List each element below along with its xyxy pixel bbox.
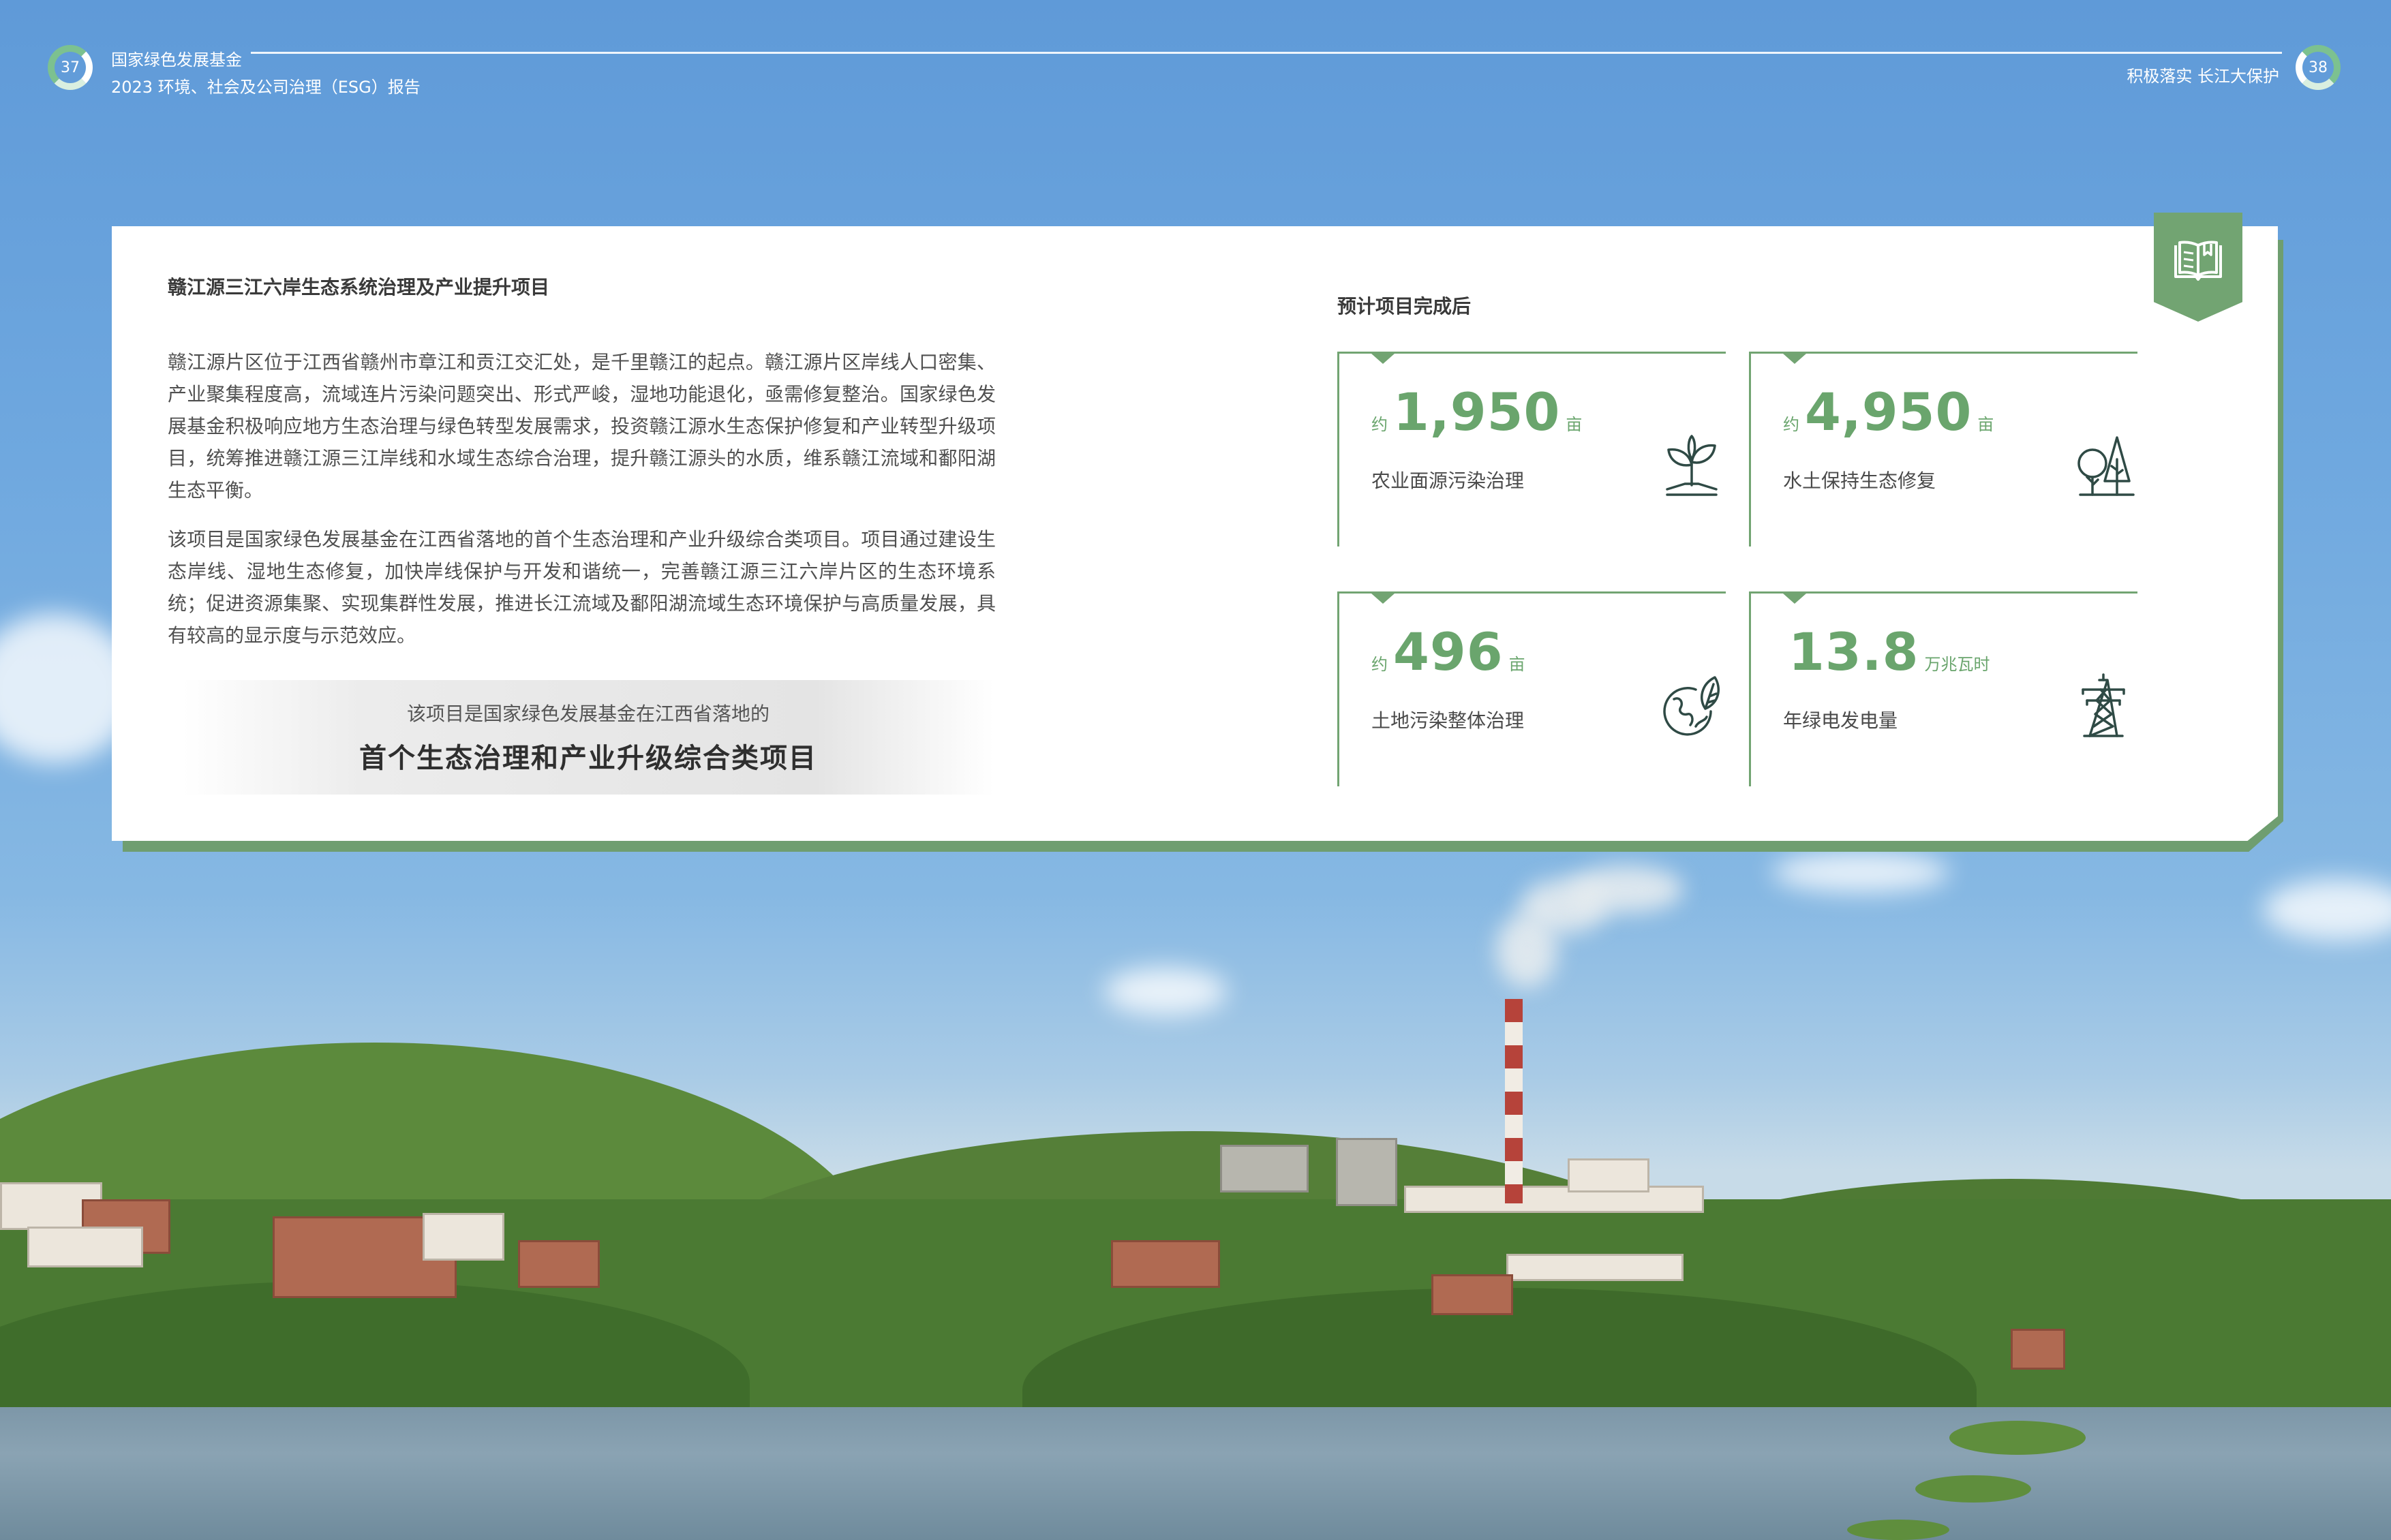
section-title: 积极落实 长江大保护 xyxy=(2127,67,2279,86)
stat-unit: 亩 xyxy=(1977,415,1994,434)
stats-heading: 预计项目完成后 xyxy=(1337,295,1472,318)
stat-card-green-power: 13.8 万兆瓦时 年绿电发电量 xyxy=(1749,591,2137,786)
power-tower-icon xyxy=(2082,673,2125,737)
village-building xyxy=(27,1227,143,1267)
stat-prefix: 约 xyxy=(1371,655,1388,674)
cloud xyxy=(1104,968,1227,1015)
stat-value: 4,950 xyxy=(1805,382,1973,442)
village-building xyxy=(1431,1274,1513,1315)
stat-label: 农业面源污染治理 xyxy=(1371,469,1525,492)
stat-prefix: 约 xyxy=(1371,415,1388,434)
globe-leaf-icon xyxy=(1663,676,1720,736)
village-building xyxy=(423,1213,504,1261)
factory-chimney xyxy=(1505,999,1523,1203)
bookmark-tab xyxy=(2154,213,2242,322)
stat-value: 1,950 xyxy=(1393,382,1561,442)
village-building xyxy=(2011,1329,2065,1370)
river-islet xyxy=(1847,1520,1949,1540)
village-building xyxy=(518,1240,600,1288)
page-number-badge-right: 38 xyxy=(2296,45,2341,90)
factory-building xyxy=(1568,1158,1649,1192)
factory-building xyxy=(1404,1186,1704,1213)
stat-unit: 亩 xyxy=(1566,415,1583,434)
page-number-left: 37 xyxy=(61,59,80,76)
stat-card-soil-water-conservation: 约 4,950 亩 水土保持生态修复 xyxy=(1749,352,2137,546)
stat-card-land-pollution: 约 496 亩 土地污染整体治理 xyxy=(1337,591,1726,786)
stat-card-agricultural-pollution: 约 1,950 亩 农业面源污染治理 xyxy=(1337,352,1726,546)
stat-value: 13.8 xyxy=(1788,621,1919,682)
trees-icon xyxy=(2077,436,2135,496)
project-paragraph-1: 赣江源片区位于江西省赣州市章江和贡江交汇处，是千里赣江的起点。赣江源片区岸线人口… xyxy=(168,351,996,502)
highlight-callout: 该项目是国家绿色发展基金在江西省落地的 首个生态治理和产业升级综合类项目 xyxy=(183,680,994,795)
river-islet xyxy=(1949,1421,2086,1455)
factory-building xyxy=(1506,1254,1684,1281)
project-title: 赣江源三江六岸生态系统治理及产业提升项目 xyxy=(168,276,550,298)
project-paragraph-2: 该项目是国家绿色发展基金在江西省落地的首个生态治理和产业升级综合类项目。项目通过… xyxy=(168,528,996,647)
open-book-icon xyxy=(2174,241,2222,281)
page-number-right: 38 xyxy=(2309,59,2328,76)
stat-unit: 万兆瓦时 xyxy=(1924,655,1990,674)
cloud xyxy=(1772,852,1949,893)
highlight-main-text: 首个生态治理和产业升级综合类项目 xyxy=(359,743,817,774)
village-building xyxy=(1111,1240,1220,1288)
stat-label: 年绿电发电量 xyxy=(1783,709,1898,732)
seedling-icon xyxy=(1666,435,1718,496)
river-islet xyxy=(1915,1475,2031,1503)
stat-label: 土地污染整体治理 xyxy=(1371,709,1525,732)
stat-unit: 亩 xyxy=(1508,655,1525,674)
stat-prefix: 约 xyxy=(1783,415,1799,434)
report-title: 2023 环境、社会及公司治理（ESG）报告 xyxy=(111,78,421,97)
highlight-subtitle: 该项目是国家绿色发展基金在江西省落地的 xyxy=(406,703,770,725)
stat-label: 水土保持生态修复 xyxy=(1783,469,1936,492)
factory-building xyxy=(1336,1138,1397,1206)
page-number-badge-left: 37 xyxy=(48,45,93,90)
factory-building xyxy=(1220,1145,1309,1192)
header-divider xyxy=(251,52,2282,54)
smoke xyxy=(1568,865,1684,913)
stat-value: 496 xyxy=(1393,621,1504,682)
org-name: 国家绿色发展基金 xyxy=(111,50,242,70)
